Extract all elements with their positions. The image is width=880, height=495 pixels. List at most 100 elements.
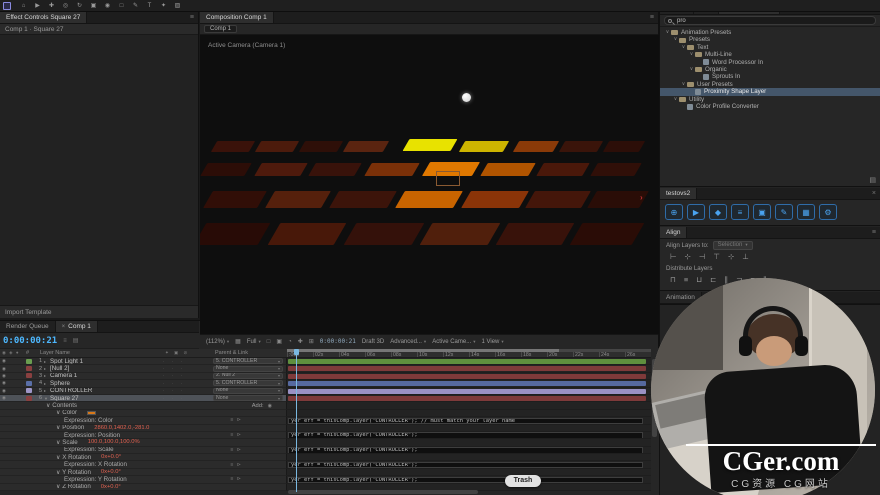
comp-tile[interactable] [461,191,529,208]
tree-item[interactable]: Proximity Shape Layer [660,88,880,95]
comp-tile[interactable] [603,141,645,152]
timeline-options-icon[interactable]: ▤ [73,337,79,344]
parent-dropdown[interactable]: 5. CONTROLLER▾ [213,380,283,386]
keyframe-icon[interactable]: ◆ [709,204,727,220]
align-bottom-icon[interactable]: ⊥ [742,252,749,262]
expression-icons[interactable]: ≡ ⊳ [231,417,243,423]
camera-view-menu[interactable]: Active Came...▾ [432,339,475,345]
comp-tile[interactable] [570,223,645,245]
tree-item[interactable]: ∨Animation Presets [660,29,880,36]
selection-tool-icon[interactable]: ▶ [33,1,42,11]
align-target-dropdown[interactable]: Selection ▾ [713,241,753,250]
timeline-row[interactable]: ◉5▸CONTROLLER· · ·None▾ [0,388,651,395]
timeline-row[interactable]: ◉1▸Spot Light 1· · ·5. CONTROLLER▾ [0,358,651,365]
layer-switches[interactable]: · · · [163,396,213,401]
expression-field[interactable]: yer eff = thisComp.layer("CONTROLLER"); [288,462,643,468]
tree-item[interactable]: ∨Presets [660,36,880,43]
timeline-row[interactable]: Expression: X Rotation≡ ⊳yer eff = thisC… [0,461,651,468]
align-top-icon[interactable]: ⊤ [713,252,720,262]
timeline-row[interactable]: ◉2▸[Null 2]· · ·None▾ [0,365,651,372]
comp-tile[interactable] [513,141,559,152]
play-icon[interactable]: ▶ [687,204,705,220]
expression-icons[interactable]: ≡ ⊳ [231,476,243,482]
expression-icons[interactable]: ≡ ⊳ [231,462,243,468]
comp-tile[interactable] [590,163,642,176]
av-toggles[interactable]: ◉ [0,380,26,386]
comp-nav-button[interactable]: Comp 1 [204,25,237,33]
comp-tile[interactable] [344,223,425,245]
layer-switches[interactable]: · · · [163,388,213,393]
expression-field[interactable]: yer eff = thisComp.layer("CONTROLLER"); [288,447,643,453]
current-time-display[interactable]: 0:00:00:21 [3,336,57,346]
label-color[interactable] [26,388,32,393]
preview-timecode[interactable]: 0:00:00:21 [320,338,356,345]
add-button[interactable]: ◉ [268,403,272,409]
import-template-button[interactable]: Import Template [0,305,198,318]
timeline-tab-comp-1[interactable]: ×Comp 1 [56,321,98,332]
color-swatch[interactable] [87,411,96,415]
timeline-row[interactable]: ∨ Position2860.0,1402.0,-281.0 [0,425,651,432]
tab-effect-controls[interactable]: Effect Controls Square 27 [0,12,87,23]
comp-mini-flowchart-icon[interactable]: ≡ [63,338,67,344]
timeline-row[interactable]: ∨ Scale100.0,100.0,100.0% [0,439,651,446]
comp-tile[interactable] [364,163,420,176]
parent-dropdown[interactable]: None▾ [213,388,283,394]
layer-duration-bar[interactable] [288,389,646,394]
layer-switches[interactable]: · · · [163,366,213,371]
timeline-row[interactable]: ◉6▼Square 27· · ·None▾ [0,395,651,402]
label-color[interactable] [26,373,32,378]
view-layout-menu[interactable]: 1 View▾ [481,339,503,345]
label-color[interactable] [26,396,32,401]
comp-tile[interactable] [254,163,308,176]
comp-tile[interactable] [420,223,501,245]
comp-tile[interactable] [343,141,389,152]
work-area-bar[interactable] [287,349,559,352]
av-toggles[interactable]: ◉ [0,388,26,394]
close-icon[interactable]: × [62,324,66,330]
comp-tile[interactable] [559,141,603,152]
label-color[interactable] [26,359,32,364]
layer-duration-bar[interactable] [288,366,646,371]
comp-tile[interactable] [299,141,343,152]
exposure-icon[interactable]: ✚ [298,338,303,345]
timeline-row[interactable]: ∨ Y Rotation0x+0.0° [0,469,651,476]
layer-switches[interactable]: · · · [163,373,213,378]
parent-dropdown[interactable]: None▾ [213,395,283,401]
playhead[interactable] [296,349,297,492]
align-right-icon[interactable]: ⊣ [699,252,706,262]
expression-icons[interactable]: ≡ ⊳ [231,447,243,453]
region-of-interest-icon[interactable]: □ [267,339,271,345]
tab-composition[interactable]: Composition Comp 1 [200,12,274,23]
timeline-row[interactable]: Expression: Color≡ ⊳yer eff = thisComp.l… [0,417,651,424]
expression-field[interactable]: yer eff = thisComp.layer("CONTROLLER"); … [288,418,643,424]
tree-item[interactable]: ∨Text [660,44,880,51]
layer-duration-bar[interactable] [288,359,646,364]
layer-switches[interactable]: · · · [163,381,213,386]
av-toggles[interactable]: ◉ [0,358,26,364]
camera-controls-icon[interactable]: ◔ [288,339,292,345]
resolution-menu[interactable]: Full▾ [247,339,261,345]
settings-gear-icon[interactable]: ⚙ [819,204,837,220]
pan-behind-tool-icon[interactable]: ◉ [103,1,112,11]
zoom-tool-icon[interactable]: ◎ [61,1,70,11]
tree-item[interactable]: ∨User Presets [660,81,880,88]
sphere-layer[interactable] [462,93,471,102]
panel-menu-icon[interactable]: ≡ [868,227,880,238]
comp-tile[interactable] [536,163,590,176]
timeline-row[interactable]: ◉3▸Camera 1· · ·2. Null 2▾ [0,373,651,380]
parent-dropdown[interactable]: 5. CONTROLLER▾ [213,358,283,364]
trash-button[interactable]: Trash [505,475,541,487]
layers-icon[interactable]: ▣ [753,204,771,220]
orbit-camera-tool-icon[interactable]: ↻ [75,1,84,11]
add-icon[interactable]: ⊕ [665,204,683,220]
align-left-icon[interactable]: ⊢ [670,252,677,262]
timeline-row[interactable]: Expression: Scale≡ ⊳yer eff = thisComp.l… [0,447,651,454]
layer-duration-bar[interactable] [288,381,646,386]
renderer-menu[interactable]: Advanced...▾ [390,339,426,345]
tree-item[interactable]: ∨Organic [660,66,880,73]
brush-tool-icon[interactable]: ✦ [159,1,168,11]
comp-tile[interactable] [329,191,397,208]
puppet-tool-icon[interactable]: ▨ [173,1,182,11]
align-h-center-icon[interactable]: ⊹ [685,252,691,262]
comp-tile[interactable] [496,223,575,245]
